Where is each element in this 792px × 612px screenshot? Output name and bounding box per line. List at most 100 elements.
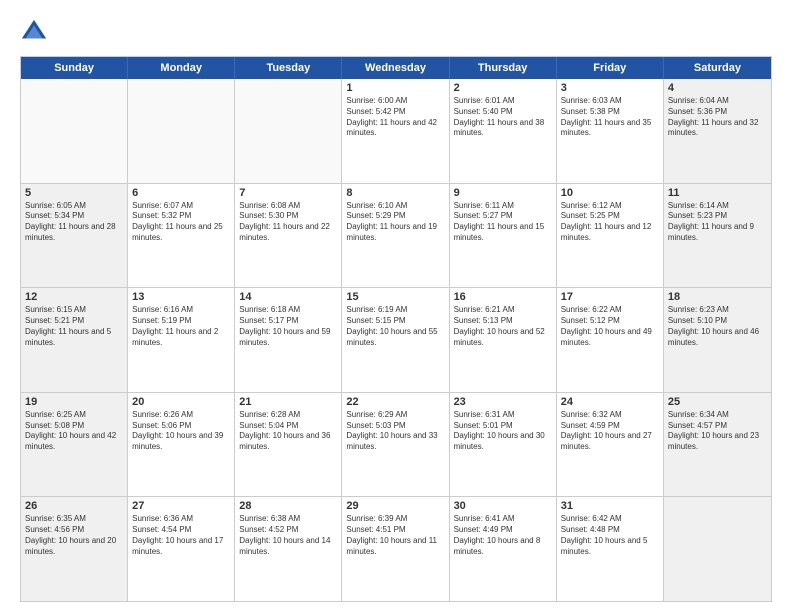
cal-cell-2-0: 12Sunrise: 6:15 AM Sunset: 5:21 PM Dayli…	[21, 288, 128, 392]
cell-info: Sunrise: 6:12 AM Sunset: 5:25 PM Dayligh…	[561, 201, 659, 244]
cal-cell-1-1: 6Sunrise: 6:07 AM Sunset: 5:32 PM Daylig…	[128, 184, 235, 288]
cell-info: Sunrise: 6:21 AM Sunset: 5:13 PM Dayligh…	[454, 305, 552, 348]
cal-cell-2-4: 16 Sunrise: 6:21 AM Sunset: 5:13 PM Dayli…	[450, 288, 557, 392]
header-day-tuesday: Tuesday	[235, 57, 342, 79]
cal-row-1: 5 Sunrise: 6:05 AM Sunset: 5:34 PM Daylig…	[21, 184, 771, 289]
cell-info: Sunrise: 6:25 AM Sunset: 5:08 PM Dayligh…	[25, 410, 123, 453]
cell-info: Sunrise: 6:29 AM Sunset: 5:03 PM Dayligh…	[346, 410, 444, 453]
day-number: 17	[561, 291, 659, 303]
day-number: 28	[239, 500, 337, 512]
cell-info: Sunrise: 6:38 AM Sunset: 4:52 PM Dayligh…	[239, 514, 337, 557]
cal-cell-3-6: 25 Sunrise: 6:34 AM Sunset: 4:57 PM Dayli…	[664, 393, 771, 497]
cal-cell-3-1: 20 Sunrise: 6:26 AM Sunset: 5:06 PM Dayli…	[128, 393, 235, 497]
cal-cell-2-1: 13 Sunrise: 6:16 AM Sunset: 5:19 PM Dayli…	[128, 288, 235, 392]
day-number: 29	[346, 500, 444, 512]
day-number: 26	[25, 500, 123, 512]
cal-cell-0-1	[128, 79, 235, 183]
day-number: 19	[25, 396, 123, 408]
day-number: 9	[454, 187, 552, 199]
cal-cell-3-3: 22 Sunrise: 6:29 AM Sunset: 5:03 PM Dayli…	[342, 393, 449, 497]
cal-cell-4-1: 27 Sunrise: 6:36 AM Sunset: 4:54 PM Dayli…	[128, 497, 235, 601]
header-day-thursday: Thursday	[450, 57, 557, 79]
calendar-header: SundayMondayTuesdayWednesdayThursdayFrid…	[21, 57, 771, 79]
day-number: 10	[561, 187, 659, 199]
day-number: 27	[132, 500, 230, 512]
cal-cell-0-4: 2 Sunrise: 6:01 AM Sunset: 5:40 PM Daylig…	[450, 79, 557, 183]
day-number: 2	[454, 82, 552, 94]
cal-cell-0-6: 4 Sunrise: 6:04 AM Sunset: 5:36 PM Daylig…	[664, 79, 771, 183]
cell-info: Sunrise: 6:41 AM Sunset: 4:49 PM Dayligh…	[454, 514, 552, 557]
day-number: 13	[132, 291, 230, 303]
cell-info: Sunrise: 6:01 AM Sunset: 5:40 PM Dayligh…	[454, 96, 552, 139]
cell-info: Sunrise: 6:16 AM Sunset: 5:19 PM Dayligh…	[132, 305, 230, 348]
header-day-friday: Friday	[557, 57, 664, 79]
day-number: 5	[25, 187, 123, 199]
day-number: 31	[561, 500, 659, 512]
day-number: 6	[132, 187, 230, 199]
cal-row-4: 26 Sunrise: 6:35 AM Sunset: 4:56 PM Dayli…	[21, 497, 771, 601]
calendar-body: 1 Sunrise: 6:00 AM Sunset: 5:42 PM Daylig…	[21, 79, 771, 601]
logo-icon	[20, 18, 48, 46]
cal-cell-4-3: 29 Sunrise: 6:39 AM Sunset: 4:51 PM Dayli…	[342, 497, 449, 601]
day-number: 15	[346, 291, 444, 303]
cell-info: Sunrise: 6:23 AM Sunset: 5:10 PM Dayligh…	[668, 305, 767, 348]
cal-cell-2-3: 15 Sunrise: 6:19 AM Sunset: 5:15 PM Dayli…	[342, 288, 449, 392]
day-number: 25	[668, 396, 767, 408]
day-number: 16	[454, 291, 552, 303]
logo	[20, 18, 52, 46]
cal-cell-2-5: 17 Sunrise: 6:22 AM Sunset: 5:12 PM Dayli…	[557, 288, 664, 392]
day-number: 1	[346, 82, 444, 94]
cal-cell-4-2: 28 Sunrise: 6:38 AM Sunset: 4:52 PM Dayli…	[235, 497, 342, 601]
cell-info: Sunrise: 6:22 AM Sunset: 5:12 PM Dayligh…	[561, 305, 659, 348]
cal-cell-3-2: 21 Sunrise: 6:28 AM Sunset: 5:04 PM Dayli…	[235, 393, 342, 497]
cell-info: Sunrise: 6:10 AM Sunset: 5:29 PM Dayligh…	[346, 201, 444, 244]
cal-row-2: 12Sunrise: 6:15 AM Sunset: 5:21 PM Dayli…	[21, 288, 771, 393]
cell-info: Sunrise: 6:26 AM Sunset: 5:06 PM Dayligh…	[132, 410, 230, 453]
day-number: 4	[668, 82, 767, 94]
cal-cell-1-3: 8 Sunrise: 6:10 AM Sunset: 5:29 PM Daylig…	[342, 184, 449, 288]
cell-info: Sunrise: 6:42 AM Sunset: 4:48 PM Dayligh…	[561, 514, 659, 557]
cal-cell-2-2: 14 Sunrise: 6:18 AM Sunset: 5:17 PM Dayli…	[235, 288, 342, 392]
calendar: SundayMondayTuesdayWednesdayThursdayFrid…	[20, 56, 772, 602]
cell-info: Sunrise: 6:04 AM Sunset: 5:36 PM Dayligh…	[668, 96, 767, 139]
cal-cell-1-0: 5 Sunrise: 6:05 AM Sunset: 5:34 PM Daylig…	[21, 184, 128, 288]
day-number: 30	[454, 500, 552, 512]
cell-info: Sunrise: 6:36 AM Sunset: 4:54 PM Dayligh…	[132, 514, 230, 557]
cal-cell-4-0: 26 Sunrise: 6:35 AM Sunset: 4:56 PM Dayli…	[21, 497, 128, 601]
header-day-wednesday: Wednesday	[342, 57, 449, 79]
cell-info: Sunrise: 6:08 AM Sunset: 5:30 PM Dayligh…	[239, 201, 337, 244]
header-day-sunday: Sunday	[21, 57, 128, 79]
cal-cell-0-2	[235, 79, 342, 183]
day-number: 11	[668, 187, 767, 199]
cal-cell-1-6: 11Sunrise: 6:14 AM Sunset: 5:23 PM Dayli…	[664, 184, 771, 288]
page: SundayMondayTuesdayWednesdayThursdayFrid…	[0, 0, 792, 612]
cal-cell-4-5: 31 Sunrise: 6:42 AM Sunset: 4:48 PM Dayli…	[557, 497, 664, 601]
cell-info: Sunrise: 6:28 AM Sunset: 5:04 PM Dayligh…	[239, 410, 337, 453]
day-number: 20	[132, 396, 230, 408]
day-number: 8	[346, 187, 444, 199]
cell-info: Sunrise: 6:32 AM Sunset: 4:59 PM Dayligh…	[561, 410, 659, 453]
header-day-monday: Monday	[128, 57, 235, 79]
cell-info: Sunrise: 6:05 AM Sunset: 5:34 PM Dayligh…	[25, 201, 123, 244]
cal-cell-1-5: 10 Sunrise: 6:12 AM Sunset: 5:25 PM Dayli…	[557, 184, 664, 288]
cal-cell-3-4: 23Sunrise: 6:31 AM Sunset: 5:01 PM Dayli…	[450, 393, 557, 497]
day-number: 21	[239, 396, 337, 408]
cell-info: Sunrise: 6:39 AM Sunset: 4:51 PM Dayligh…	[346, 514, 444, 557]
cell-info: Sunrise: 6:19 AM Sunset: 5:15 PM Dayligh…	[346, 305, 444, 348]
day-number: 7	[239, 187, 337, 199]
day-number: 22	[346, 396, 444, 408]
cell-info: Sunrise: 6:18 AM Sunset: 5:17 PM Dayligh…	[239, 305, 337, 348]
day-number: 18	[668, 291, 767, 303]
cal-cell-3-0: 19 Sunrise: 6:25 AM Sunset: 5:08 PM Dayli…	[21, 393, 128, 497]
cell-info: Sunrise: 6:00 AM Sunset: 5:42 PM Dayligh…	[346, 96, 444, 139]
cell-info: Sunrise: 6:11 AM Sunset: 5:27 PM Dayligh…	[454, 201, 552, 244]
cal-cell-4-6	[664, 497, 771, 601]
cal-cell-4-4: 30 Sunrise: 6:41 AM Sunset: 4:49 PM Dayli…	[450, 497, 557, 601]
cell-info: Sunrise: 6:34 AM Sunset: 4:57 PM Dayligh…	[668, 410, 767, 453]
day-number: 14	[239, 291, 337, 303]
day-number: 3	[561, 82, 659, 94]
cal-row-3: 19 Sunrise: 6:25 AM Sunset: 5:08 PM Dayli…	[21, 393, 771, 498]
cal-cell-3-5: 24 Sunrise: 6:32 AM Sunset: 4:59 PM Dayli…	[557, 393, 664, 497]
cell-info: Sunrise: 6:35 AM Sunset: 4:56 PM Dayligh…	[25, 514, 123, 557]
day-number: 24	[561, 396, 659, 408]
